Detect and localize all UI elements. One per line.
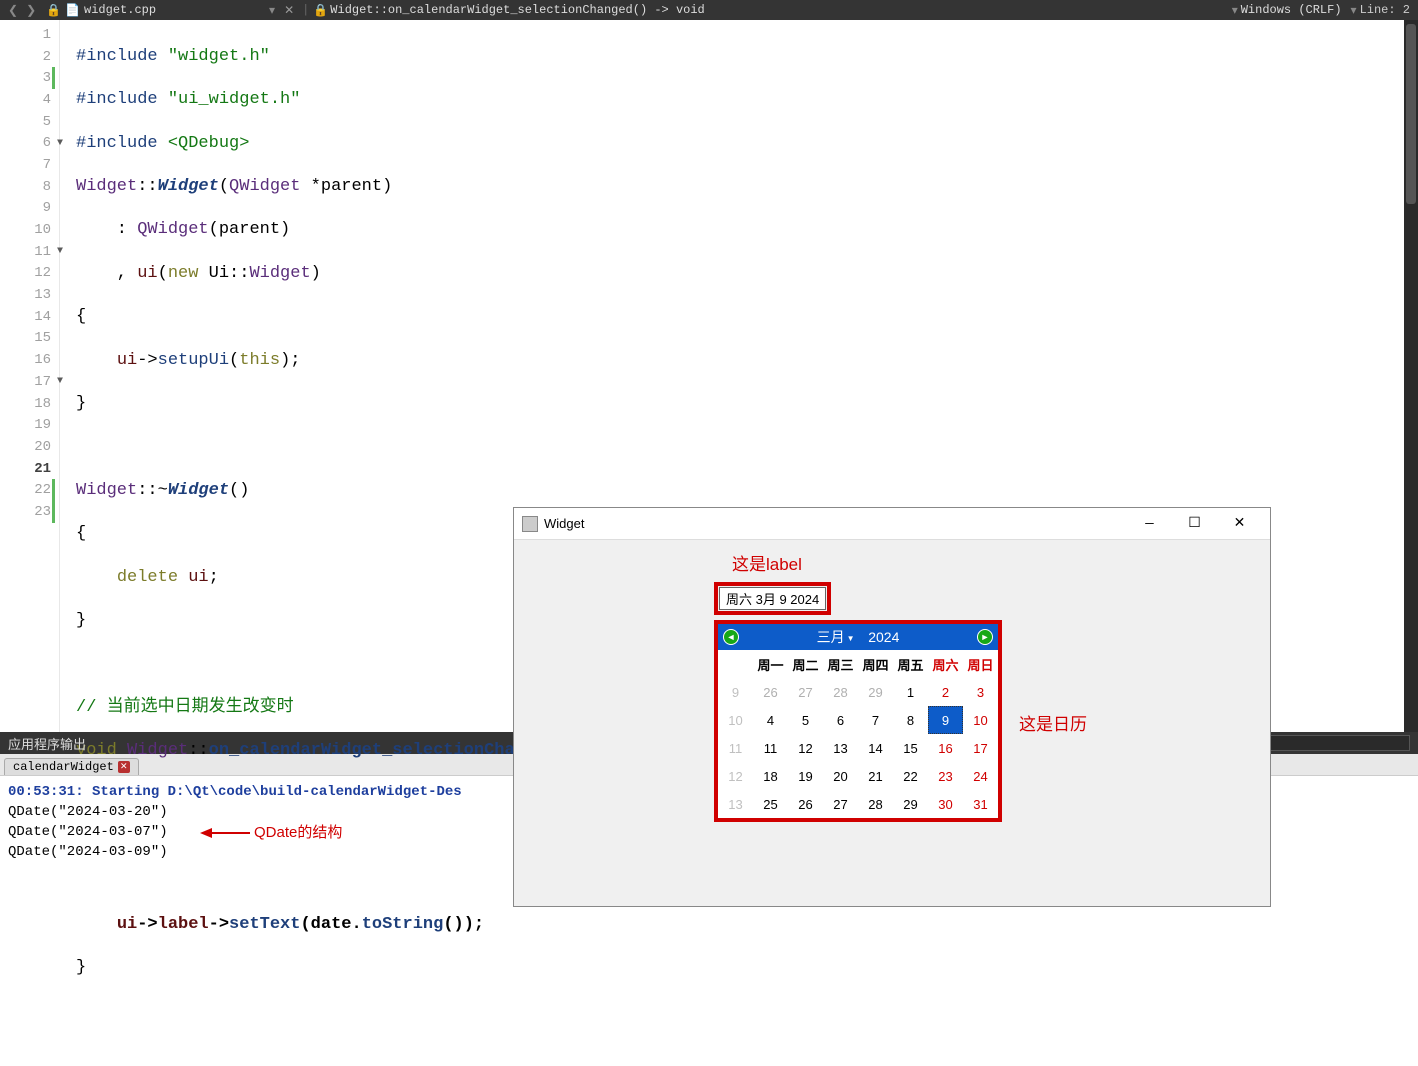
function-icon: 🔒 bbox=[311, 3, 330, 18]
day-header: 周二 bbox=[788, 650, 823, 678]
week-number: 11 bbox=[718, 734, 753, 762]
calendar-day[interactable]: 10 bbox=[963, 706, 998, 734]
chevron-down-icon[interactable]: ▾ bbox=[1229, 3, 1241, 18]
maximize-button[interactable]: ☐ bbox=[1172, 509, 1217, 539]
calendar-day[interactable]: 18 bbox=[753, 762, 788, 790]
calendar-day[interactable]: 9 bbox=[928, 706, 963, 734]
fold-icon[interactable]: ▼ bbox=[57, 376, 63, 387]
annotation-calendar: 这是日历 bbox=[1019, 710, 1087, 735]
calendar-day[interactable]: 2 bbox=[928, 678, 963, 706]
chevron-down-icon: ▼ bbox=[847, 634, 855, 643]
calendar-day[interactable]: 27 bbox=[823, 790, 858, 818]
calendar-day[interactable]: 26 bbox=[788, 790, 823, 818]
line-indicator[interactable]: Line: 2 bbox=[1360, 3, 1410, 17]
scrollbar[interactable] bbox=[1404, 20, 1418, 732]
day-header: 周三 bbox=[823, 650, 858, 678]
close-icon[interactable]: ✕ bbox=[278, 3, 300, 18]
file-tab[interactable]: widget.cpp bbox=[84, 3, 156, 17]
calendar-day[interactable]: 16 bbox=[928, 734, 963, 762]
editor-tabbar: ❮ ❯ 🔒 📄 widget.cpp ▾ ✕ | 🔒 Widget::on_ca… bbox=[0, 0, 1418, 20]
calendar-day[interactable]: 29 bbox=[858, 678, 893, 706]
calendar-day[interactable]: 5 bbox=[788, 706, 823, 734]
week-number: 13 bbox=[718, 790, 753, 818]
week-number: 12 bbox=[718, 762, 753, 790]
fold-icon[interactable]: ▼ bbox=[57, 138, 63, 149]
day-header: 周五 bbox=[893, 650, 928, 678]
widget-window[interactable]: Widget — ☐ ✕ 这是label 周六 3月 9 2024 ◄ 三月▼ … bbox=[513, 507, 1271, 907]
calendar-header: ◄ 三月▼ 2024 ► bbox=[718, 624, 998, 650]
cpp-file-icon: 📄 bbox=[63, 3, 82, 18]
close-icon[interactable]: ✕ bbox=[118, 761, 130, 773]
calendar-day[interactable]: 12 bbox=[788, 734, 823, 762]
calendar-day[interactable]: 22 bbox=[893, 762, 928, 790]
week-number: 9 bbox=[718, 678, 753, 706]
calendar-day[interactable]: 29 bbox=[893, 790, 928, 818]
calendar-year[interactable]: 2024 bbox=[868, 629, 899, 645]
calendar-day[interactable]: 3 bbox=[963, 678, 998, 706]
week-number: 10 bbox=[718, 706, 753, 734]
prev-month-button[interactable]: ◄ bbox=[718, 629, 744, 645]
window-titlebar[interactable]: Widget — ☐ ✕ bbox=[514, 508, 1270, 540]
lock-icon: 🔒 bbox=[46, 3, 61, 18]
day-header: 周一 bbox=[753, 650, 788, 678]
calendar-day[interactable]: 19 bbox=[788, 762, 823, 790]
encoding-selector[interactable]: Windows (CRLF) bbox=[1241, 3, 1342, 17]
calendar-day[interactable]: 8 bbox=[893, 706, 928, 734]
calendar-day[interactable]: 20 bbox=[823, 762, 858, 790]
calendar-day[interactable]: 31 bbox=[963, 790, 998, 818]
next-month-button[interactable]: ► bbox=[972, 629, 998, 645]
label-highlight: 周六 3月 9 2024 bbox=[714, 582, 831, 615]
close-button[interactable]: ✕ bbox=[1217, 509, 1262, 539]
calendar-day[interactable]: 17 bbox=[963, 734, 998, 762]
fold-icon[interactable]: ▼ bbox=[57, 246, 63, 257]
calendar-day[interactable]: 15 bbox=[893, 734, 928, 762]
window-title: Widget bbox=[544, 516, 1127, 531]
calendar-day[interactable]: 7 bbox=[858, 706, 893, 734]
output-tab[interactable]: calendarWidget ✕ bbox=[4, 758, 139, 775]
output-tab-label: calendarWidget bbox=[13, 760, 114, 774]
calendar-day[interactable]: 25 bbox=[753, 790, 788, 818]
calendar-day[interactable]: 28 bbox=[858, 790, 893, 818]
calendar-month[interactable]: 三月 bbox=[817, 629, 845, 645]
calendar-day[interactable]: 26 bbox=[753, 678, 788, 706]
calendar-day[interactable]: 23 bbox=[928, 762, 963, 790]
window-body: 这是label 周六 3月 9 2024 ◄ 三月▼ 2024 ► 周一 周二 … bbox=[514, 540, 1270, 906]
forward-icon[interactable]: ❯ bbox=[22, 3, 40, 18]
calendar-day[interactable]: 13 bbox=[823, 734, 858, 762]
annotation-text: QDate的结构 bbox=[254, 823, 342, 843]
calendar-day[interactable]: 14 bbox=[858, 734, 893, 762]
calendar-day[interactable]: 11 bbox=[753, 734, 788, 762]
calendar-day[interactable]: 27 bbox=[788, 678, 823, 706]
date-label: 周六 3月 9 2024 bbox=[719, 587, 826, 610]
app-icon bbox=[522, 516, 538, 532]
week-number-header bbox=[718, 650, 753, 678]
chevron-down-icon[interactable]: ▾ bbox=[266, 3, 278, 18]
back-icon[interactable]: ❮ bbox=[4, 3, 22, 18]
day-header: 周四 bbox=[858, 650, 893, 678]
minimize-button[interactable]: — bbox=[1127, 509, 1172, 539]
calendar-widget[interactable]: ◄ 三月▼ 2024 ► 周一 周二 周三 周四 周五 周六 周日 bbox=[714, 620, 1002, 822]
chevron-down-icon[interactable]: ▾ bbox=[1348, 3, 1360, 18]
calendar-day[interactable]: 24 bbox=[963, 762, 998, 790]
day-header: 周六 bbox=[928, 650, 963, 678]
annotation-label: 这是label bbox=[732, 550, 802, 575]
day-header: 周日 bbox=[963, 650, 998, 678]
line-gutter: 1 2 3 4 5 6▼ 7 8 9 10 11▼ 12 13 14 15 16… bbox=[0, 20, 60, 732]
annotation-arrow: QDate的结构 bbox=[200, 823, 342, 843]
function-selector[interactable]: Widget::on_calendarWidget_selectionChang… bbox=[330, 3, 704, 17]
calendar-day[interactable]: 21 bbox=[858, 762, 893, 790]
calendar-day[interactable]: 28 bbox=[823, 678, 858, 706]
output-pane-title: 应用程序输出 bbox=[8, 734, 86, 753]
calendar-grid: 周一 周二 周三 周四 周五 周六 周日 9262728291231045678… bbox=[718, 650, 998, 818]
calendar-day[interactable]: 4 bbox=[753, 706, 788, 734]
calendar-day[interactable]: 30 bbox=[928, 790, 963, 818]
calendar-day[interactable]: 6 bbox=[823, 706, 858, 734]
calendar-day[interactable]: 1 bbox=[893, 678, 928, 706]
